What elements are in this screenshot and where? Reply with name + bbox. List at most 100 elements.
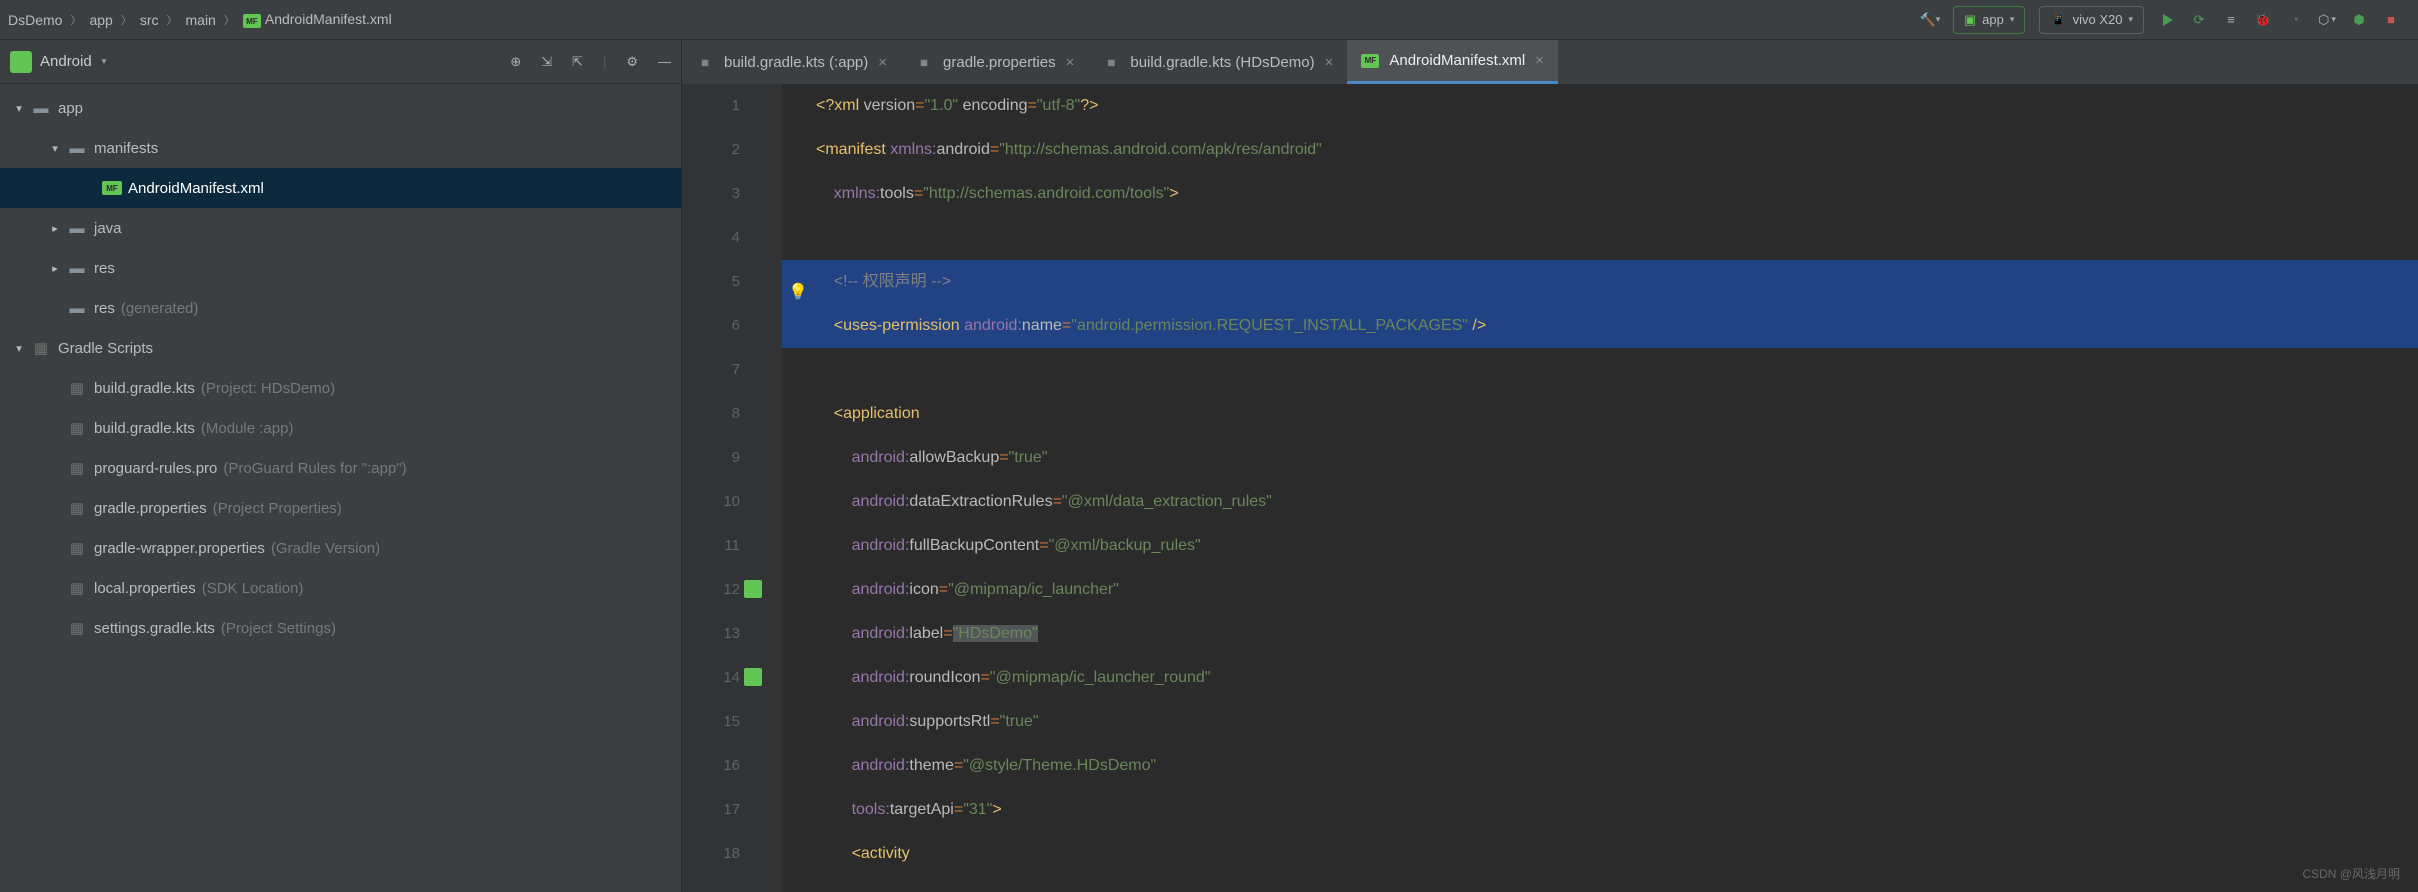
close-icon[interactable]: × <box>1535 52 1544 69</box>
gutter-line: 13 <box>682 612 740 656</box>
tree-item[interactable]: ▦settings.gradle.kts(Project Settings) <box>0 608 681 648</box>
code-line[interactable]: tools:targetApi="31"> <box>782 788 2418 832</box>
gutter-line: 12 <box>682 568 740 612</box>
tree-chevron[interactable]: ▾ <box>8 102 30 115</box>
breadcrumb-item[interactable]: main <box>186 12 216 28</box>
android-gutter-icon[interactable] <box>744 668 762 686</box>
code-line[interactable]: <uses-permission android:name="android.p… <box>782 304 2418 348</box>
close-icon[interactable]: × <box>878 54 887 71</box>
apply-changes-icon[interactable]: ⟳ <box>2190 11 2208 29</box>
gutter-line: 15 <box>682 700 740 744</box>
code-editor[interactable]: <?xml version="1.0" encoding="utf-8"?><m… <box>782 84 2418 892</box>
code-line[interactable]: android:supportsRtl="true" <box>782 700 2418 744</box>
project-view-title[interactable]: Android <box>40 53 92 70</box>
tree-label: java <box>94 220 122 237</box>
hide-icon[interactable]: — <box>658 54 671 70</box>
tree-item[interactable]: ▦gradle.properties(Project Properties) <box>0 488 681 528</box>
tree-item[interactable]: ▾▬app <box>0 88 681 128</box>
code-line[interactable]: <activity <box>782 832 2418 876</box>
gutter-line: 5 <box>682 260 740 304</box>
editor-tab[interactable]: ▦ build.gradle.kts (HDsDemo) × <box>1088 40 1347 84</box>
code-line[interactable] <box>782 216 2418 260</box>
profile-icon[interactable]: ◔ <box>2286 11 2304 29</box>
tree-label: gradle.properties <box>94 500 207 517</box>
gutter-line: 10 <box>682 480 740 524</box>
code-line[interactable]: <?xml version="1.0" encoding="utf-8"?> <box>782 84 2418 128</box>
code-line[interactable]: 💡 <!-- 权限声明 --> <box>782 260 2418 304</box>
collapse-icon[interactable]: ⇱ <box>572 54 583 70</box>
tree-extra: (SDK Location) <box>202 580 304 597</box>
tree-item[interactable]: ▦build.gradle.kts(Project: HDsDemo) <box>0 368 681 408</box>
bulb-icon[interactable]: 💡 <box>788 271 806 289</box>
run-config-selector[interactable]: ▣ app ▾ <box>1953 6 2026 34</box>
tree-chevron[interactable]: ▾ <box>44 142 66 155</box>
gutter-line: 3 <box>682 172 740 216</box>
expand-icon[interactable]: ⇲ <box>541 54 552 70</box>
gradle-icon: ▦ <box>66 419 88 437</box>
tab-label: build.gradle.kts (HDsDemo) <box>1130 54 1314 71</box>
stop-icon[interactable]: ■ <box>2382 11 2400 29</box>
gradle-icon: ▦ <box>1102 55 1120 69</box>
tree-item[interactable]: ▸▬java <box>0 208 681 248</box>
avd-icon[interactable]: ⬢ <box>2350 11 2368 29</box>
editor-area: ▦build.gradle.kts (:app)×▦gradle.propert… <box>682 40 2418 892</box>
code-line[interactable]: android:icon="@mipmap/ic_launcher" <box>782 568 2418 612</box>
manifest-icon: MF <box>243 14 261 28</box>
editor-tab[interactable]: ▦build.gradle.kts (:app)× <box>682 40 901 84</box>
code-line[interactable]: android:fullBackupContent="@xml/backup_r… <box>782 524 2418 568</box>
menu-icon[interactable]: ≡ <box>2222 11 2240 29</box>
tree-item[interactable]: ▸▬res <box>0 248 681 288</box>
top-toolbar: DsDemo〉app〉src〉main〉MFAndroidManifest.xm… <box>0 0 2418 40</box>
fold-strip <box>758 84 782 892</box>
target-icon[interactable]: ⊕ <box>510 54 521 70</box>
attach-icon[interactable]: ⬡▾ <box>2318 11 2336 29</box>
hammer-icon[interactable]: 🔨 ▾ <box>1921 11 1939 29</box>
editor-tab[interactable]: ▦gradle.properties× <box>901 40 1088 84</box>
breadcrumb[interactable]: DsDemo〉app〉src〉main〉MFAndroidManifest.xm… <box>0 11 392 29</box>
breadcrumb-item[interactable]: DsDemo <box>8 12 62 28</box>
tree-label: proguard-rules.pro <box>94 460 217 477</box>
code-line[interactable]: android:allowBackup="true" <box>782 436 2418 480</box>
code-line[interactable]: android:label="HDsDemo" <box>782 612 2418 656</box>
breadcrumb-sep: 〉 <box>70 12 81 28</box>
debug-icon[interactable]: 🐞 <box>2254 11 2272 29</box>
gear-icon[interactable]: ⚙ <box>626 54 638 70</box>
breadcrumb-item[interactable]: MFAndroidManifest.xml <box>243 11 392 29</box>
close-icon[interactable]: × <box>1066 54 1075 71</box>
code-line[interactable]: xmlns:tools="http://schemas.android.com/… <box>782 172 2418 216</box>
code-line[interactable]: android:dataExtractionRules="@xml/data_e… <box>782 480 2418 524</box>
props-icon: ▦ <box>915 55 933 69</box>
tree-item[interactable]: ▦build.gradle.kts(Module :app) <box>0 408 681 448</box>
tree-chevron[interactable]: ▸ <box>44 222 66 235</box>
breadcrumb-sep: 〉 <box>167 12 178 28</box>
breadcrumb-item[interactable]: app <box>89 12 112 28</box>
tree-item[interactable]: ▾▬manifests <box>0 128 681 168</box>
breadcrumb-sep: 〉 <box>121 12 132 28</box>
editor-tab[interactable]: MFAndroidManifest.xml× <box>1347 40 1558 84</box>
code-line[interactable]: <application <box>782 392 2418 436</box>
code-line[interactable]: <manifest xmlns:android="http://schemas.… <box>782 128 2418 172</box>
tree-chevron[interactable]: ▾ <box>8 342 30 355</box>
tree-item[interactable]: ▦proguard-rules.pro(ProGuard Rules for "… <box>0 448 681 488</box>
android-gutter-icon[interactable] <box>744 580 762 598</box>
device-selector[interactable]: 📱 vivo X20 ▾ <box>2039 6 2144 34</box>
code-line[interactable]: android:roundIcon="@mipmap/ic_launcher_r… <box>782 656 2418 700</box>
chevron-down-icon[interactable]: ▾ <box>102 56 107 67</box>
tree-label: AndroidManifest.xml <box>128 180 264 197</box>
close-icon[interactable]: × <box>1325 54 1334 71</box>
props-icon: ▦ <box>66 459 88 477</box>
code-line[interactable]: android:theme="@style/Theme.HDsDemo" <box>782 744 2418 788</box>
tree-item[interactable]: MFAndroidManifest.xml <box>0 168 681 208</box>
breadcrumb-item[interactable]: src <box>140 12 159 28</box>
gutter-line: 11 <box>682 524 740 568</box>
gutter-line: 16 <box>682 744 740 788</box>
code-line[interactable] <box>782 348 2418 392</box>
tree-chevron[interactable]: ▸ <box>44 262 66 275</box>
tree-item[interactable]: ▬res(generated) <box>0 288 681 328</box>
tree-label: settings.gradle.kts <box>94 620 215 637</box>
run-icon[interactable] <box>2158 11 2176 29</box>
tree-item[interactable]: ▦gradle-wrapper.properties(Gradle Versio… <box>0 528 681 568</box>
tree-item[interactable]: ▦local.properties(SDK Location) <box>0 568 681 608</box>
watermark: CSDN @风浅月明 <box>2302 865 2400 882</box>
tree-item[interactable]: ▾▦Gradle Scripts <box>0 328 681 368</box>
